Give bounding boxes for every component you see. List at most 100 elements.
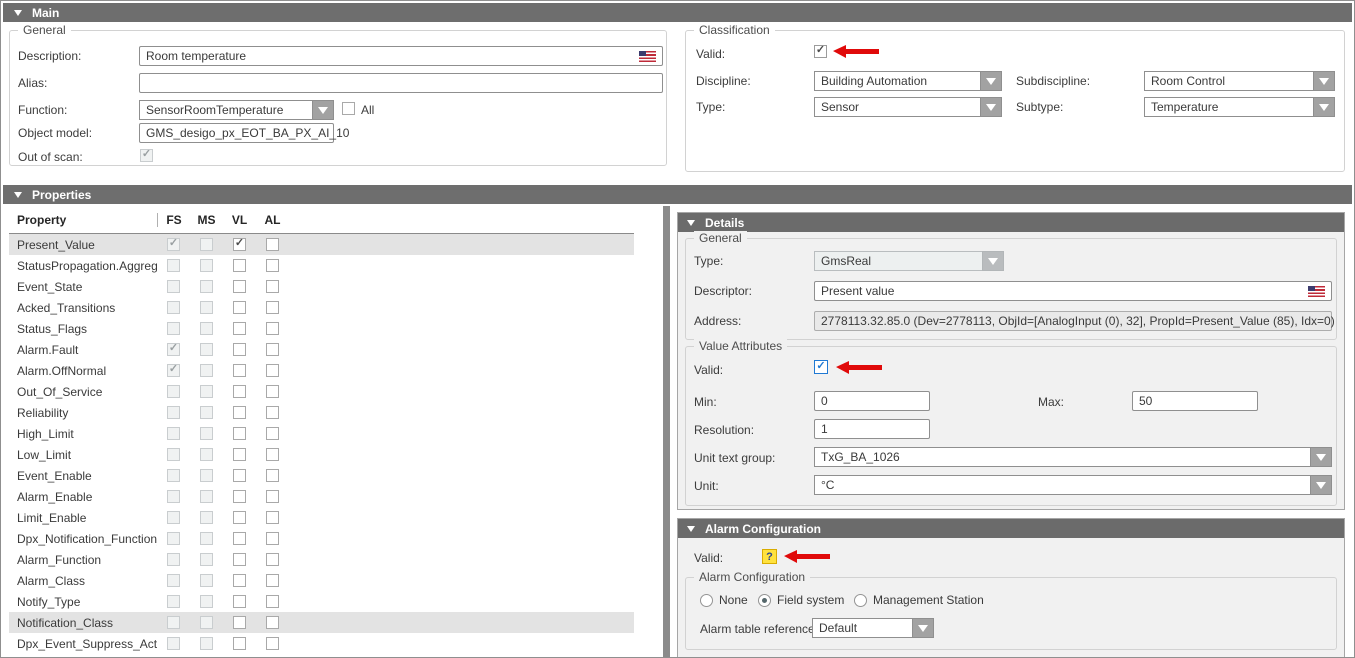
column-header-property[interactable]: Property — [9, 213, 157, 227]
language-flag-icon[interactable] — [639, 51, 656, 62]
alarm-panel-header[interactable]: Alarm Configuration — [678, 519, 1344, 538]
radio-option-management-station[interactable]: Management Station — [854, 593, 984, 607]
property-row[interactable]: Limit_Enable — [9, 507, 634, 528]
property-row[interactable]: Acked_Transitions — [9, 297, 634, 318]
column-header-fs[interactable]: FS — [157, 213, 190, 227]
vl-checkbox[interactable]: ✓ — [233, 238, 246, 251]
column-header-ms[interactable]: MS — [190, 213, 223, 227]
al-checkbox[interactable] — [266, 238, 279, 251]
radio-icon[interactable] — [854, 594, 867, 607]
property-row[interactable]: Dpx_Notification_Function_S — [9, 528, 634, 549]
subtype-dropdown-button[interactable] — [1313, 97, 1335, 117]
alias-input[interactable] — [139, 73, 663, 93]
al-checkbox[interactable] — [266, 616, 279, 629]
panel-splitter[interactable] — [663, 206, 670, 657]
column-header-al[interactable]: AL — [256, 213, 289, 227]
property-row[interactable]: Event_State — [9, 276, 634, 297]
max-input[interactable]: 50 — [1132, 391, 1258, 411]
al-checkbox[interactable] — [266, 574, 279, 587]
property-row[interactable]: Present_Value✓✓ — [9, 234, 634, 255]
vl-checkbox[interactable] — [233, 322, 246, 335]
discipline-dropdown[interactable]: Building Automation — [814, 71, 1002, 91]
property-row[interactable]: Reliability — [9, 402, 634, 423]
al-checkbox[interactable] — [266, 322, 279, 335]
radio-selected-icon[interactable] — [758, 594, 771, 607]
al-checkbox[interactable] — [266, 553, 279, 566]
language-flag-icon[interactable] — [1308, 286, 1325, 297]
property-row[interactable]: Dpx_Event_Suppress_Active — [9, 633, 634, 654]
property-row[interactable]: Alarm.OffNormal✓ — [9, 360, 634, 381]
al-checkbox[interactable] — [266, 259, 279, 272]
properties-section-header[interactable]: Properties — [3, 185, 1352, 204]
vl-checkbox[interactable] — [233, 511, 246, 524]
vl-checkbox[interactable] — [233, 595, 246, 608]
al-checkbox[interactable] — [266, 448, 279, 461]
details-panel-header[interactable]: Details — [678, 213, 1344, 232]
value-valid-checkbox[interactable]: ✓ — [814, 360, 828, 374]
al-checkbox[interactable] — [266, 511, 279, 524]
al-checkbox[interactable] — [266, 532, 279, 545]
type-dropdown[interactable]: Sensor — [814, 97, 1002, 117]
alarm-table-reference-dropdown[interactable]: Default — [812, 618, 934, 638]
al-checkbox[interactable] — [266, 427, 279, 440]
unit-text-group-dropdown-button[interactable] — [1310, 447, 1332, 467]
unit-text-group-dropdown[interactable]: TxG_BA_1026 — [814, 447, 1332, 467]
radio-option-none[interactable]: None — [700, 593, 748, 607]
vl-checkbox[interactable] — [233, 343, 246, 356]
vl-checkbox[interactable] — [233, 427, 246, 440]
function-dropdown[interactable]: SensorRoomTemperature — [139, 100, 334, 120]
subdiscipline-dropdown[interactable]: Room Control — [1144, 71, 1335, 91]
all-checkbox[interactable] — [342, 102, 355, 115]
vl-checkbox[interactable] — [233, 259, 246, 272]
unit-dropdown-button[interactable] — [1310, 475, 1332, 495]
property-row[interactable]: Event_Enable — [9, 465, 634, 486]
vl-checkbox[interactable] — [233, 280, 246, 293]
vl-checkbox[interactable] — [233, 637, 246, 650]
vl-checkbox[interactable] — [233, 301, 246, 314]
al-checkbox[interactable] — [266, 490, 279, 503]
al-checkbox[interactable] — [266, 280, 279, 293]
vl-checkbox[interactable] — [233, 532, 246, 545]
column-header-vl[interactable]: VL — [223, 213, 256, 227]
al-checkbox[interactable] — [266, 364, 279, 377]
descriptor-input[interactable]: Present value — [814, 281, 1332, 301]
property-row[interactable]: Alarm_Class — [9, 570, 634, 591]
vl-checkbox[interactable] — [233, 574, 246, 587]
vl-checkbox[interactable] — [233, 616, 246, 629]
function-dropdown-button[interactable] — [312, 100, 334, 120]
al-checkbox[interactable] — [266, 469, 279, 482]
radio-icon[interactable] — [700, 594, 713, 607]
vl-checkbox[interactable] — [233, 385, 246, 398]
vl-checkbox[interactable] — [233, 364, 246, 377]
min-input[interactable]: 0 — [814, 391, 930, 411]
property-row[interactable]: Low_Limit — [9, 444, 634, 465]
description-input[interactable]: Room temperature — [139, 46, 663, 66]
vl-checkbox[interactable] — [233, 490, 246, 503]
al-checkbox[interactable] — [266, 343, 279, 356]
vl-checkbox[interactable] — [233, 553, 246, 566]
al-checkbox[interactable] — [266, 385, 279, 398]
type-dropdown-button[interactable] — [980, 97, 1002, 117]
resolution-input[interactable]: 1 — [814, 419, 930, 439]
discipline-dropdown-button[interactable] — [980, 71, 1002, 91]
property-row[interactable]: High_Limit — [9, 423, 634, 444]
al-checkbox[interactable] — [266, 595, 279, 608]
alarm-table-reference-dropdown-button[interactable] — [912, 618, 934, 638]
property-row[interactable]: Out_Of_Service — [9, 381, 634, 402]
subdiscipline-dropdown-button[interactable] — [1313, 71, 1335, 91]
property-row[interactable]: Alarm_Function — [9, 549, 634, 570]
property-row[interactable]: Alarm.Fault✓ — [9, 339, 634, 360]
subtype-dropdown[interactable]: Temperature — [1144, 97, 1335, 117]
property-row[interactable]: Status_Flags — [9, 318, 634, 339]
radio-option-field-system[interactable]: Field system — [758, 593, 844, 607]
vl-checkbox[interactable] — [233, 448, 246, 461]
property-row[interactable]: Notify_Type — [9, 591, 634, 612]
property-row[interactable]: StatusPropagation.Aggregat — [9, 255, 634, 276]
property-row[interactable]: Alarm_Enable — [9, 486, 634, 507]
property-row[interactable]: Notification_Class — [9, 612, 634, 633]
main-section-header[interactable]: Main — [3, 3, 1352, 22]
al-checkbox[interactable] — [266, 637, 279, 650]
classification-valid-checkbox[interactable]: ✓ — [814, 45, 827, 58]
vl-checkbox[interactable] — [233, 469, 246, 482]
object-model-input[interactable]: GMS_desigo_px_EOT_BA_PX_AI_10 — [139, 123, 334, 143]
